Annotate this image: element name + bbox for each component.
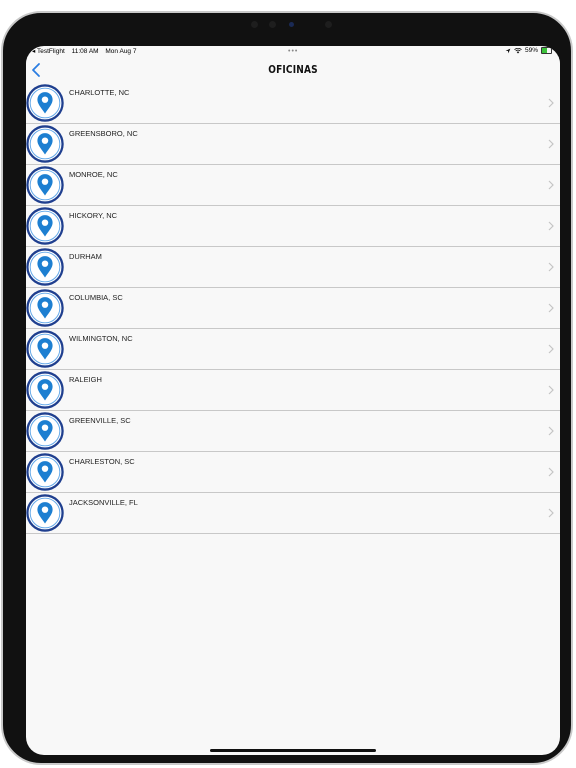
camera-lens-icon bbox=[289, 22, 294, 27]
office-name: MONROE, NC bbox=[69, 170, 118, 179]
chevron-right-icon bbox=[548, 98, 554, 108]
status-right: 59% bbox=[505, 47, 552, 54]
office-name: CHARLESTON, SC bbox=[69, 457, 135, 466]
location-pin-icon bbox=[26, 125, 64, 163]
sensor-dot bbox=[251, 21, 258, 28]
chevron-right-icon bbox=[548, 344, 554, 354]
chevron-right-icon bbox=[548, 221, 554, 231]
office-list-item[interactable]: GREENSBORO, NC bbox=[26, 124, 560, 165]
office-name: GREENVILLE, SC bbox=[69, 416, 131, 425]
office-list-item[interactable]: COLUMBIA, SC bbox=[26, 288, 560, 329]
office-list-item[interactable]: GREENVILLE, SC bbox=[26, 411, 560, 452]
home-indicator[interactable] bbox=[210, 749, 376, 752]
status-left: ◂ TestFlight 11:08 AM Mon Aug 7 bbox=[32, 47, 141, 55]
office-name: CHARLOTTE, NC bbox=[69, 88, 130, 97]
battery-fill bbox=[542, 48, 548, 53]
back-to-app-link[interactable]: ◂ TestFlight bbox=[32, 48, 65, 55]
office-list-item[interactable]: RALEIGH bbox=[26, 370, 560, 411]
office-list-item[interactable]: JACKSONVILLE, FL bbox=[26, 493, 560, 534]
multitask-dots[interactable]: ••• bbox=[288, 48, 298, 55]
page-title: OFICINAS bbox=[268, 63, 318, 76]
office-name: WILMINGTON, NC bbox=[69, 334, 133, 343]
camera-bar bbox=[239, 19, 339, 29]
navigation-bar: OFICINAS bbox=[26, 56, 560, 84]
chevron-right-icon bbox=[548, 262, 554, 272]
chevron-right-icon bbox=[548, 467, 554, 477]
status-bar: ◂ TestFlight 11:08 AM Mon Aug 7 ••• 59% bbox=[26, 46, 560, 56]
location-pin-icon bbox=[26, 371, 64, 409]
office-list-item[interactable]: MONROE, NC bbox=[26, 165, 560, 206]
location-pin-icon bbox=[26, 494, 64, 532]
status-date: Mon Aug 7 bbox=[105, 48, 137, 55]
location-pin-icon bbox=[26, 207, 64, 245]
location-pin-icon bbox=[26, 289, 64, 327]
battery-icon bbox=[541, 47, 552, 54]
chevron-right-icon bbox=[548, 426, 554, 436]
chevron-right-icon bbox=[548, 180, 554, 190]
chevron-left-icon bbox=[32, 63, 40, 77]
status-time: 11:08 AM bbox=[71, 48, 99, 55]
back-button[interactable] bbox=[30, 62, 44, 78]
office-list: CHARLOTTE, NC GREENSBORO, NC MONROE, NC bbox=[26, 83, 560, 534]
location-arrow-icon bbox=[505, 48, 511, 53]
chevron-right-icon bbox=[548, 508, 554, 518]
chevron-right-icon bbox=[548, 139, 554, 149]
ipad-frame: ◂ TestFlight 11:08 AM Mon Aug 7 ••• 59% bbox=[1, 11, 573, 765]
office-name: JACKSONVILLE, FL bbox=[69, 498, 138, 507]
location-pin-icon bbox=[26, 248, 64, 286]
wifi-icon bbox=[514, 47, 522, 53]
office-name: RALEIGH bbox=[69, 375, 102, 384]
office-name: DURHAM bbox=[69, 252, 102, 261]
location-pin-icon bbox=[26, 84, 64, 122]
office-list-item[interactable]: CHARLESTON, SC bbox=[26, 452, 560, 493]
battery-percent: 59% bbox=[524, 47, 538, 54]
location-pin-icon bbox=[26, 453, 64, 491]
office-list-item[interactable]: CHARLOTTE, NC bbox=[26, 83, 560, 124]
office-name: HICKORY, NC bbox=[69, 211, 118, 220]
office-name: COLUMBIA, SC bbox=[69, 293, 123, 302]
office-list-item[interactable]: HICKORY, NC bbox=[26, 206, 560, 247]
office-name: GREENSBORO, NC bbox=[69, 129, 138, 138]
office-list-item[interactable]: WILMINGTON, NC bbox=[26, 329, 560, 370]
sensor-dot bbox=[325, 21, 332, 28]
chevron-right-icon bbox=[548, 385, 554, 395]
app-screen: ◂ TestFlight 11:08 AM Mon Aug 7 ••• 59% bbox=[26, 46, 560, 755]
chevron-right-icon bbox=[548, 303, 554, 313]
office-list-item[interactable]: DURHAM bbox=[26, 247, 560, 288]
location-pin-icon bbox=[26, 166, 64, 204]
sensor-dot bbox=[269, 21, 276, 28]
location-pin-icon bbox=[26, 330, 64, 368]
location-pin-icon bbox=[26, 412, 64, 450]
